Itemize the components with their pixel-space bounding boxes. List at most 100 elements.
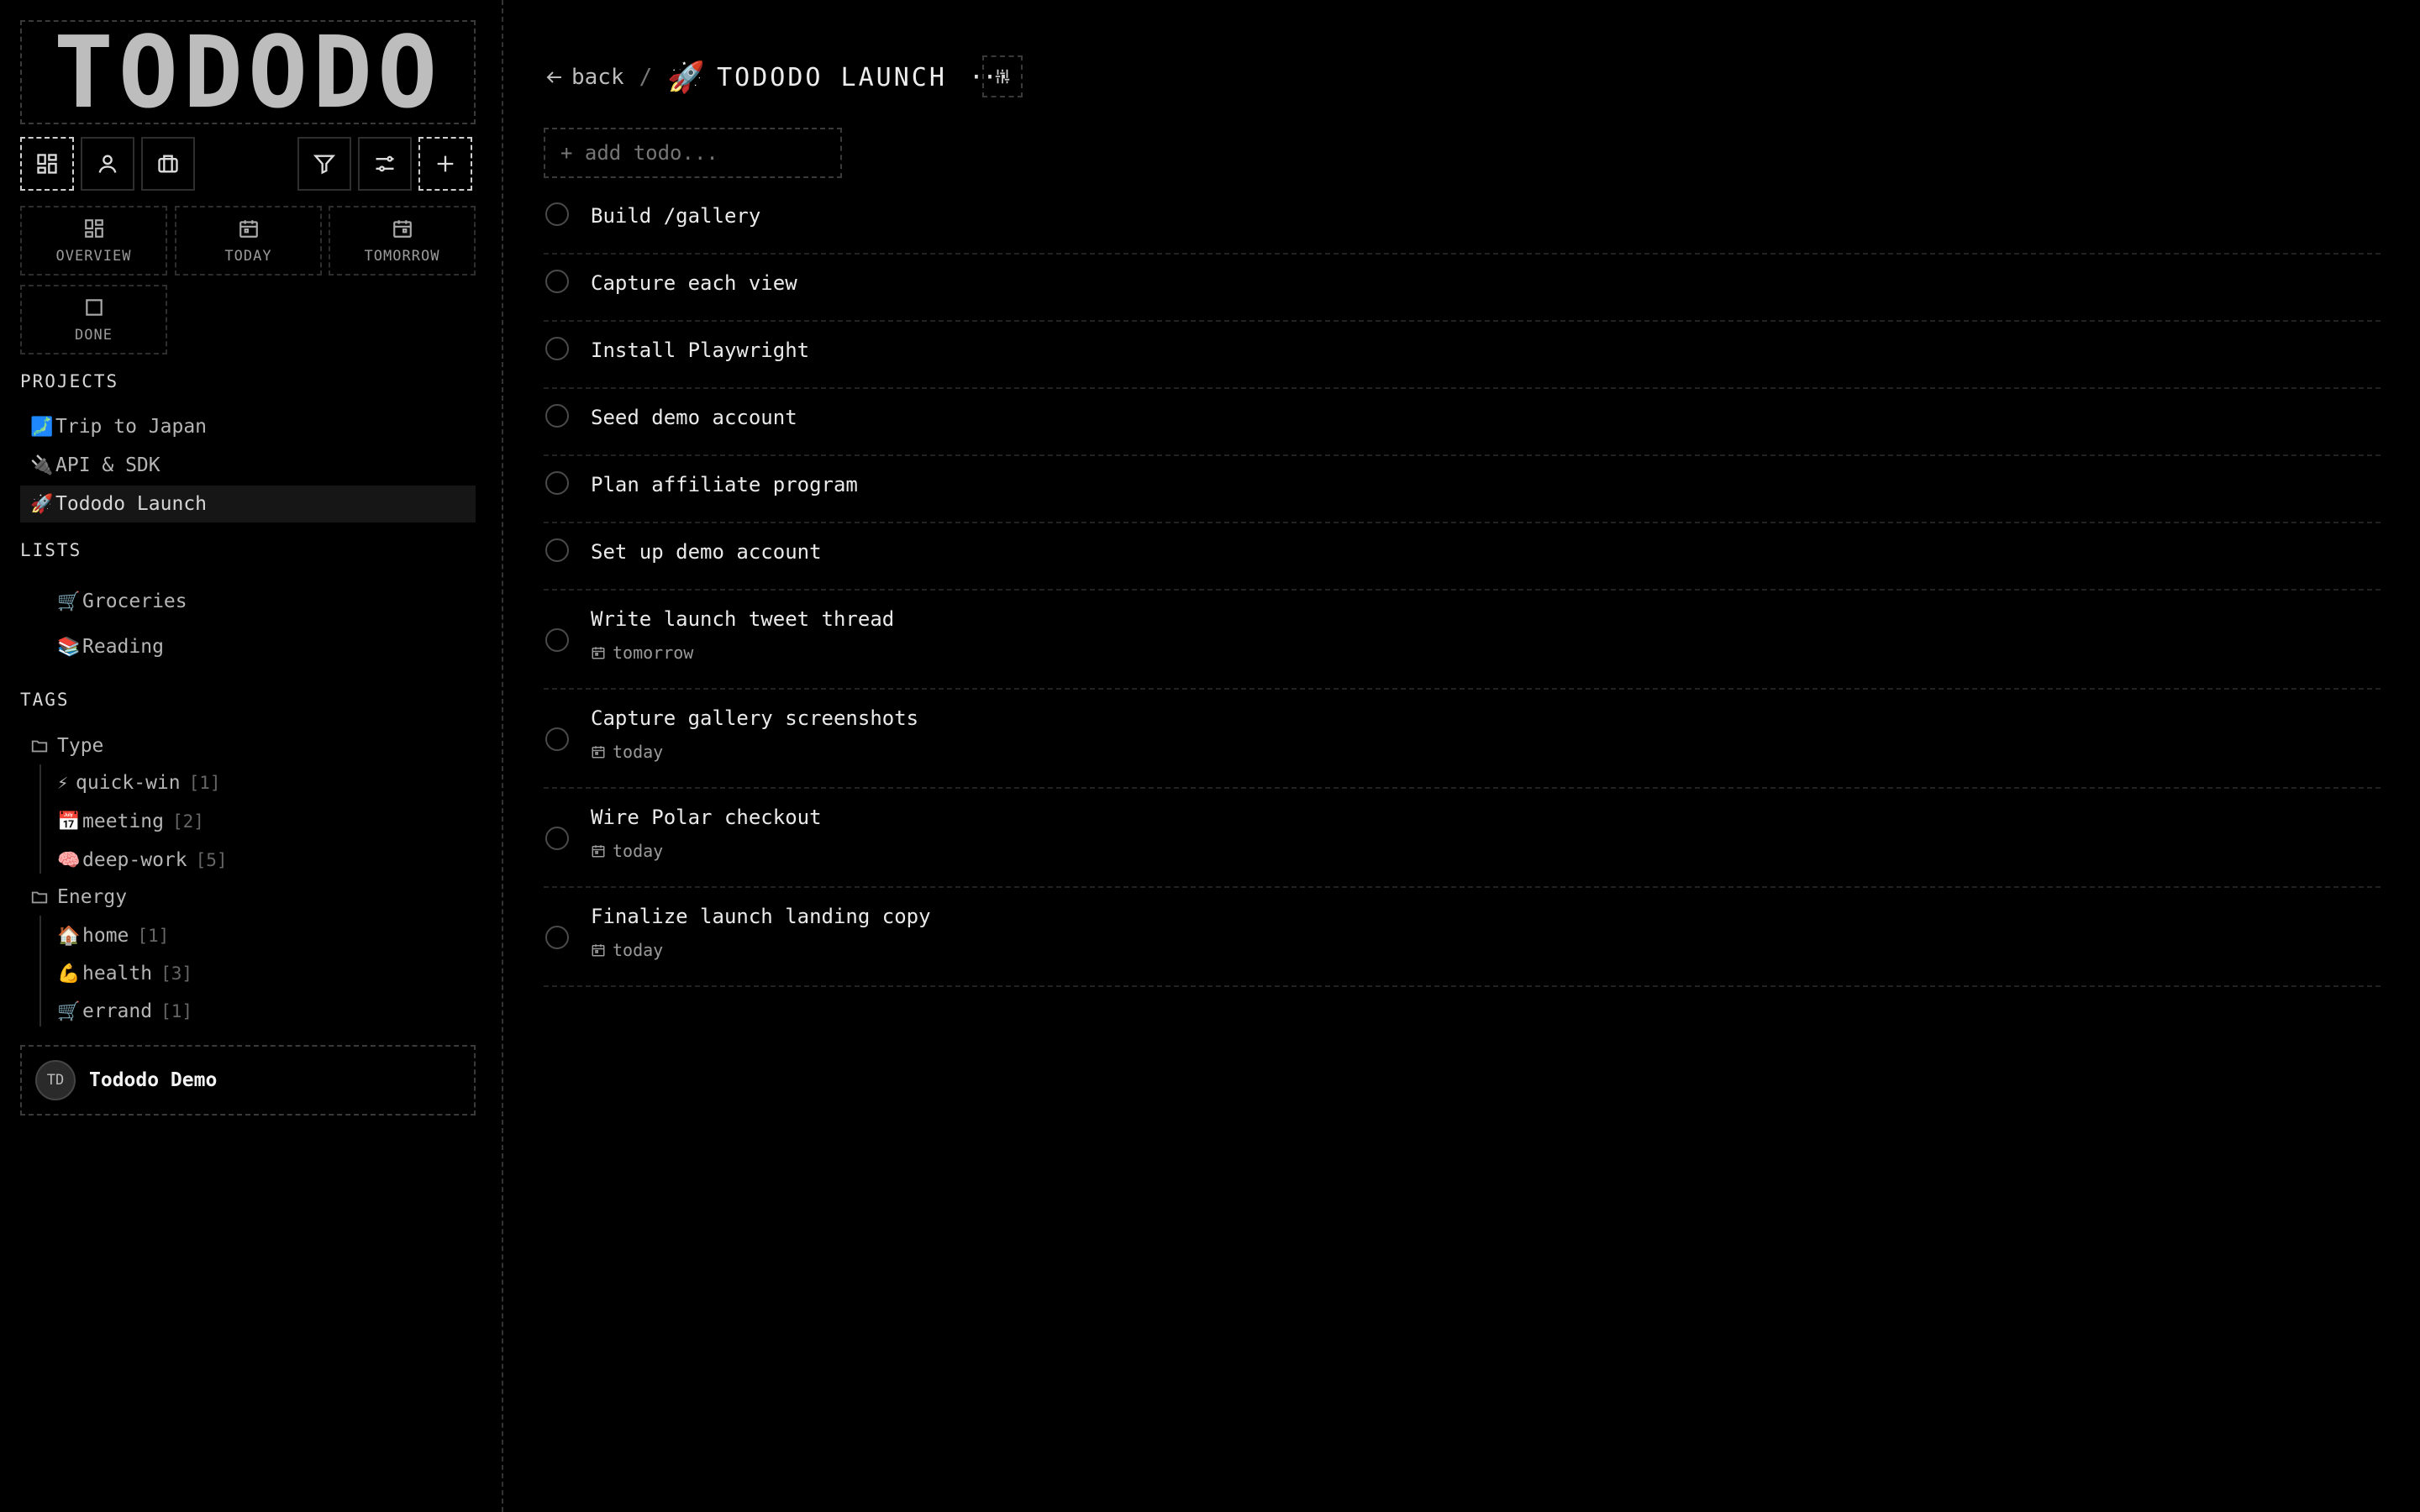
list-label: Reading — [82, 636, 164, 658]
tag-item-meeting[interactable]: 📅 meeting [2] — [57, 805, 204, 838]
todo-due-date: today — [591, 841, 663, 861]
todo-row[interactable]: Seed demo account — [544, 389, 2381, 456]
tag-count: [1] — [137, 926, 170, 946]
todo-row[interactable]: Set up demo account — [544, 523, 2381, 591]
back-button[interactable]: back — [544, 65, 624, 90]
add-button[interactable] — [418, 137, 472, 191]
tag-count: [3] — [160, 963, 193, 984]
user-profile[interactable]: TD Tododo Demo — [20, 1045, 476, 1116]
todo-list: Build /gallery Capture each view Install P… — [544, 187, 2381, 987]
tag-item-home[interactable]: 🏠 home [1] — [57, 919, 169, 953]
list-emoji: 🛒 — [57, 591, 81, 612]
tag-label: errand — [82, 1000, 153, 1022]
page-header: back / 🚀 TODODO LAUNCH ··· — [544, 59, 1011, 96]
tag-count: [5] — [195, 850, 228, 870]
tag-label: deep-work — [82, 849, 187, 871]
todo-title[interactable]: Build /gallery — [591, 204, 760, 228]
todo-title[interactable]: Finalize launch landing copy — [591, 905, 931, 928]
todo-checkbox[interactable] — [545, 404, 569, 428]
tag-group-label: Type — [57, 735, 104, 757]
view-tomorrow-label: TOMORROW — [364, 247, 440, 265]
view-today-label: TODAY — [224, 247, 272, 265]
todo-title[interactable]: Install Playwright — [591, 339, 809, 362]
project-emoji: 🚀 — [667, 60, 706, 95]
todo-due-label: tomorrow — [613, 643, 694, 663]
todo-checkbox[interactable] — [545, 727, 569, 751]
filter-button[interactable] — [297, 137, 351, 191]
list-item-reading[interactable]: 📚 Reading — [57, 630, 164, 664]
todo-row[interactable]: Plan affiliate program — [544, 456, 2381, 523]
list-item-groceries[interactable]: 🛒 Groceries — [57, 585, 187, 618]
briefcase-icon — [158, 155, 178, 173]
todo-row[interactable]: Capture each view — [544, 255, 2381, 322]
tag-item-deep-work[interactable]: 🧠 deep-work [5] — [57, 843, 228, 877]
project-label: Trip to Japan — [55, 416, 208, 438]
grid-icon — [37, 154, 57, 174]
tag-emoji: 📅 — [57, 811, 81, 832]
todo-title[interactable]: Capture gallery screenshots — [591, 706, 918, 730]
todo-title[interactable]: Plan affiliate program — [591, 473, 858, 496]
project-item-tododo-launch[interactable]: 🚀 Tododo Launch — [20, 486, 476, 522]
project-item-api-sdk[interactable]: 🔌 API & SDK — [20, 447, 476, 484]
todo-due-label: today — [613, 940, 664, 960]
calendar-icon — [592, 845, 605, 858]
tag-group-line — [39, 764, 41, 874]
list-label: Groceries — [82, 591, 187, 612]
tag-label: home — [82, 925, 129, 947]
todo-row[interactable]: Finalize launch landing copy today — [544, 888, 2381, 987]
todo-row[interactable]: Write launch tweet thread tomorrow — [544, 591, 2381, 690]
tag-label: meeting — [82, 811, 164, 832]
sliders-icon — [376, 155, 394, 172]
folder-icon — [31, 740, 48, 753]
page-title: TODODO LAUNCH — [717, 62, 947, 92]
personal-view-button[interactable] — [81, 137, 134, 191]
back-label: back — [571, 65, 624, 90]
work-view-button[interactable] — [141, 137, 195, 191]
todo-row[interactable]: Install Playwright — [544, 322, 2381, 389]
tag-item-quick-win[interactable]: ⚡ quick-win [1] — [57, 766, 221, 800]
todo-title[interactable]: Capture each view — [591, 271, 797, 295]
tag-item-health[interactable]: 💪 health [3] — [57, 957, 192, 990]
tag-count: [2] — [171, 811, 204, 832]
todo-checkbox[interactable] — [545, 337, 569, 360]
projects-heading: PROJECTS — [20, 371, 119, 391]
todo-checkbox[interactable] — [545, 538, 569, 562]
lists-heading: LISTS — [20, 540, 82, 560]
add-todo-input[interactable] — [544, 128, 842, 178]
todo-title[interactable]: Write launch tweet thread — [591, 607, 894, 631]
grid-view-button[interactable] — [20, 137, 74, 191]
todo-title[interactable]: Set up demo account — [591, 540, 822, 564]
todo-title[interactable]: Wire Polar checkout — [591, 806, 822, 829]
view-done[interactable]: DONE — [20, 285, 167, 354]
todo-checkbox[interactable] — [545, 270, 569, 293]
tag-group-type[interactable]: Type — [30, 729, 103, 763]
project-item-trip-to-japan[interactable]: 🗾 Trip to Japan — [20, 408, 476, 445]
tag-group-energy[interactable]: Energy — [30, 880, 127, 914]
view-today[interactable]: TODAY — [175, 206, 322, 276]
todo-row[interactable]: Wire Polar checkout today — [544, 789, 2381, 888]
view-settings-button[interactable] — [982, 55, 1023, 97]
todo-row[interactable]: Capture gallery screenshots today — [544, 690, 2381, 789]
todo-checkbox[interactable] — [545, 827, 569, 850]
todo-checkbox[interactable] — [545, 471, 569, 495]
todo-checkbox[interactable] — [545, 202, 569, 226]
tag-group-label: Energy — [57, 886, 128, 908]
user-name: Tododo Demo — [89, 1069, 218, 1091]
view-tomorrow[interactable]: TOMORROW — [329, 206, 476, 276]
sidebar: TODODO OVERVIEW TODAY TOMORROW DONE PROJ… — [0, 0, 503, 1512]
view-overview[interactable]: OVERVIEW — [20, 206, 167, 276]
todo-due-date: tomorrow — [591, 643, 693, 663]
todo-due-date: today — [591, 742, 663, 762]
todo-checkbox[interactable] — [545, 926, 569, 949]
tag-emoji: 💪 — [57, 963, 81, 984]
tags-heading: TAGS — [20, 690, 70, 710]
view-done-label: DONE — [75, 326, 113, 344]
tag-item-errand[interactable]: 🛒 errand [1] — [57, 995, 192, 1028]
tag-emoji: 🛒 — [57, 1000, 81, 1022]
avatar: TD — [35, 1060, 76, 1100]
tag-group-line — [39, 916, 41, 1026]
todo-title[interactable]: Seed demo account — [591, 406, 797, 429]
todo-row[interactable]: Build /gallery — [544, 187, 2381, 255]
todo-checkbox[interactable] — [545, 628, 569, 652]
sort-settings-button[interactable] — [358, 137, 412, 191]
